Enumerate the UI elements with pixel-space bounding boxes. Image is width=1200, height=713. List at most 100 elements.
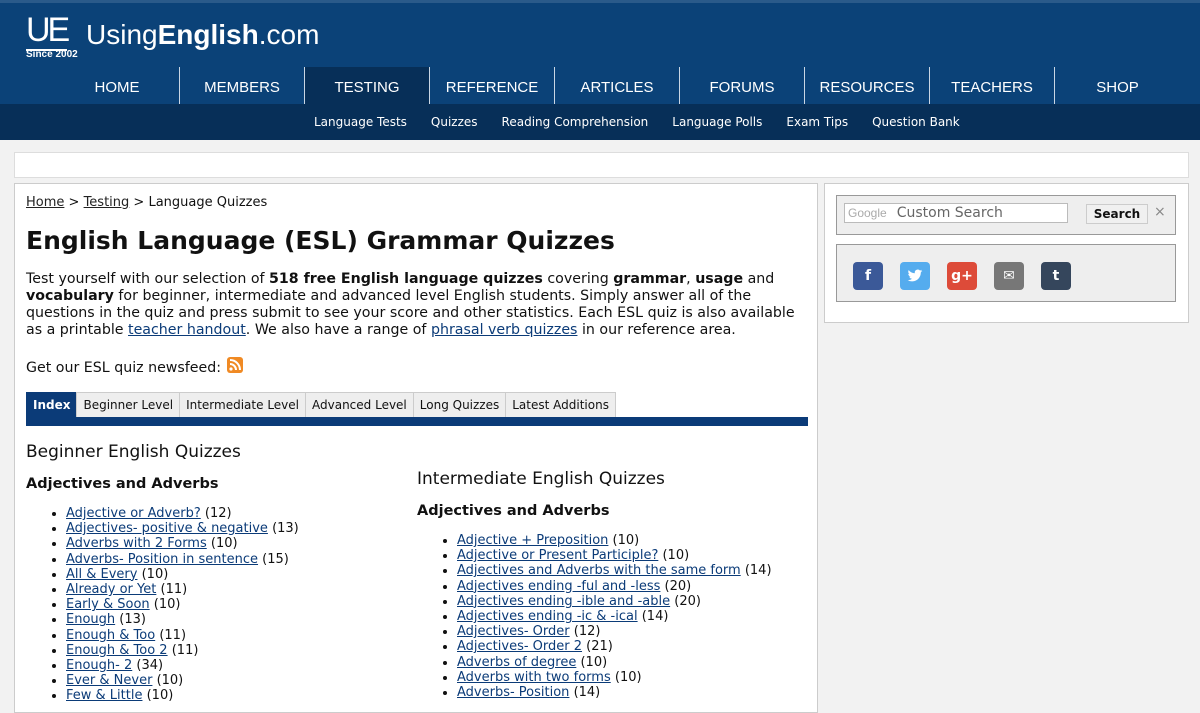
quiz-count: (21) [586, 639, 613, 655]
quiz-count: (11) [159, 627, 187, 643]
ad-banner [14, 152, 1189, 178]
quiz-count: (13) [272, 521, 299, 537]
quiz-link[interactable]: Enough & Too [66, 628, 155, 643]
quiz-count: (12) [204, 506, 232, 521]
quiz-link[interactable]: Adjectives- Order [457, 624, 570, 639]
tumblr-icon[interactable]: t [1041, 262, 1071, 290]
quiz-link[interactable]: Ever & Never [66, 673, 152, 688]
quiz-count: (13) [119, 612, 146, 628]
tab-long-quizzes[interactable]: Long Quizzes [412, 392, 507, 417]
intermediate-subheading: Adjectives and Adverbs [417, 503, 610, 519]
quiz-count: (10) [580, 654, 608, 670]
subnav-question-bank[interactable]: Question Bank [872, 115, 960, 129]
nav-members[interactable]: MEMBERS [180, 67, 305, 107]
quiz-link[interactable]: Few & Little [66, 688, 142, 703]
nav-teachers[interactable]: TEACHERS [930, 67, 1055, 107]
breadcrumb: Home > Testing > Language Quizzes [26, 195, 267, 210]
quiz-count: (20) [674, 593, 701, 609]
quiz-link[interactable]: Enough- 2 [66, 658, 132, 673]
subnav-reading-comprehension[interactable]: Reading Comprehension [502, 115, 649, 129]
teacher-handout-link[interactable]: teacher handout [128, 322, 246, 338]
search-input[interactable]: Google Custom Search [844, 203, 1068, 223]
quiz-count: (20) [664, 578, 692, 594]
quiz-count: (10) [141, 566, 169, 582]
quiz-count: (14) [744, 563, 772, 579]
nav-reference[interactable]: REFERENCE [430, 67, 555, 107]
quiz-count: (11) [160, 582, 188, 598]
quiz-link[interactable]: Adverbs with 2 Forms [66, 536, 207, 551]
twitter-icon[interactable] [900, 262, 930, 290]
quiz-list-item: Adverbs of degree (10) [457, 655, 772, 670]
quiz-link[interactable]: Adjective or Adverb? [66, 506, 201, 521]
quiz-link[interactable]: Adjectives- Order 2 [457, 639, 582, 654]
search-box: Google Custom Search Search × [836, 195, 1176, 235]
share-box: f g+ ✉ t [836, 244, 1176, 302]
quiz-count: (15) [262, 551, 289, 567]
search-placeholder: Custom Search [896, 205, 1003, 221]
breadcrumb-testing[interactable]: Testing [84, 195, 130, 210]
quiz-link[interactable]: Adverbs- Position [457, 685, 569, 700]
close-icon[interactable]: × [1154, 204, 1166, 220]
nav-resources[interactable]: RESOURCES [805, 67, 930, 107]
main-nav: HOME MEMBERS TESTING REFERENCE ARTICLES … [55, 67, 1180, 107]
nav-articles[interactable]: ARTICLES [555, 67, 680, 107]
breadcrumb-separator: > [68, 195, 80, 210]
tab-latest-additions[interactable]: Latest Additions [505, 392, 616, 417]
quiz-list-item: Adjectives- Order 2 (21) [457, 639, 772, 654]
subnav-language-tests[interactable]: Language Tests [314, 115, 407, 129]
logo-since: Since 2002 [26, 49, 78, 60]
quiz-count: (12) [573, 624, 601, 640]
quiz-link[interactable]: Adjectives- positive & negative [66, 521, 268, 536]
subnav-quizzes[interactable]: Quizzes [431, 115, 478, 129]
quiz-list-item: Adjectives- Order (12) [457, 624, 772, 639]
quiz-link[interactable]: Adjective or Present Participle? [457, 548, 658, 563]
quiz-link[interactable]: Adjectives ending -ible and -able [457, 594, 670, 609]
subnav-exam-tips[interactable]: Exam Tips [786, 115, 848, 129]
google-plus-icon[interactable]: g+ [947, 262, 977, 290]
intermediate-heading: Intermediate English Quizzes [417, 469, 665, 489]
quiz-count: (10) [614, 669, 642, 685]
quiz-link[interactable]: Adverbs with two forms [457, 670, 611, 685]
tab-intermediate-level[interactable]: Intermediate Level [179, 392, 306, 417]
quiz-count: (10) [662, 548, 690, 564]
quiz-link[interactable]: All & Every [66, 567, 137, 582]
facebook-icon[interactable]: f [853, 262, 883, 290]
logo-text: UsingEnglish.com [86, 19, 320, 50]
tab-advanced-level[interactable]: Advanced Level [305, 392, 414, 417]
quiz-link[interactable]: Adjectives and Adverbs with the same for… [457, 563, 741, 578]
nav-home[interactable]: HOME [55, 67, 180, 107]
nav-shop[interactable]: SHOP [1055, 67, 1180, 107]
breadcrumb-home[interactable]: Home [26, 195, 64, 210]
quiz-list-item: Early & Soon (10) [66, 597, 299, 612]
breadcrumb-separator: > [133, 195, 145, 210]
quiz-list-item: Adjectives ending -ible and -able (20) [457, 594, 772, 609]
sub-nav: Language Tests Quizzes Reading Comprehen… [0, 104, 1200, 140]
quiz-link[interactable]: Adverbs- Position in sentence [66, 552, 258, 567]
quiz-link[interactable]: Adjectives ending -ic & -ical [457, 609, 638, 624]
quiz-list-item: Few & Little (10) [66, 688, 299, 703]
quiz-count: (34) [136, 658, 164, 674]
subnav-language-polls[interactable]: Language Polls [672, 115, 762, 129]
quiz-link[interactable]: Early & Soon [66, 597, 150, 612]
tab-beginner-level[interactable]: Beginner Level [76, 392, 181, 417]
intermediate-quiz-list: Adjective + Preposition (10) Adjective or… [417, 533, 772, 700]
phrasal-verb-quizzes-link[interactable]: phrasal verb quizzes [431, 322, 578, 338]
quiz-link[interactable]: Enough [66, 612, 115, 627]
newsfeed: Get our ESL quiz newsfeed: [26, 357, 244, 376]
nav-forums[interactable]: FORUMS [680, 67, 805, 107]
quiz-link[interactable]: Already or Yet [66, 582, 156, 597]
email-icon[interactable]: ✉ [994, 262, 1024, 290]
quiz-link[interactable]: Enough & Too 2 [66, 643, 168, 658]
quiz-link[interactable]: Adjective + Preposition [457, 533, 608, 548]
tab-index[interactable]: Index [26, 392, 78, 417]
search-button[interactable]: Search [1086, 204, 1148, 224]
rss-icon[interactable] [227, 357, 244, 373]
quiz-link[interactable]: Adjectives ending -ful and -less [457, 579, 660, 594]
quiz-link[interactable]: Adverbs of degree [457, 655, 576, 670]
quiz-count: (10) [156, 673, 184, 689]
breadcrumb-current: Language Quizzes [148, 195, 268, 210]
google-logo: Google [848, 206, 887, 220]
quiz-list-item: Enough & Too (11) [66, 628, 299, 643]
quiz-list-item: Enough (13) [66, 612, 299, 627]
nav-testing[interactable]: TESTING [305, 67, 430, 107]
